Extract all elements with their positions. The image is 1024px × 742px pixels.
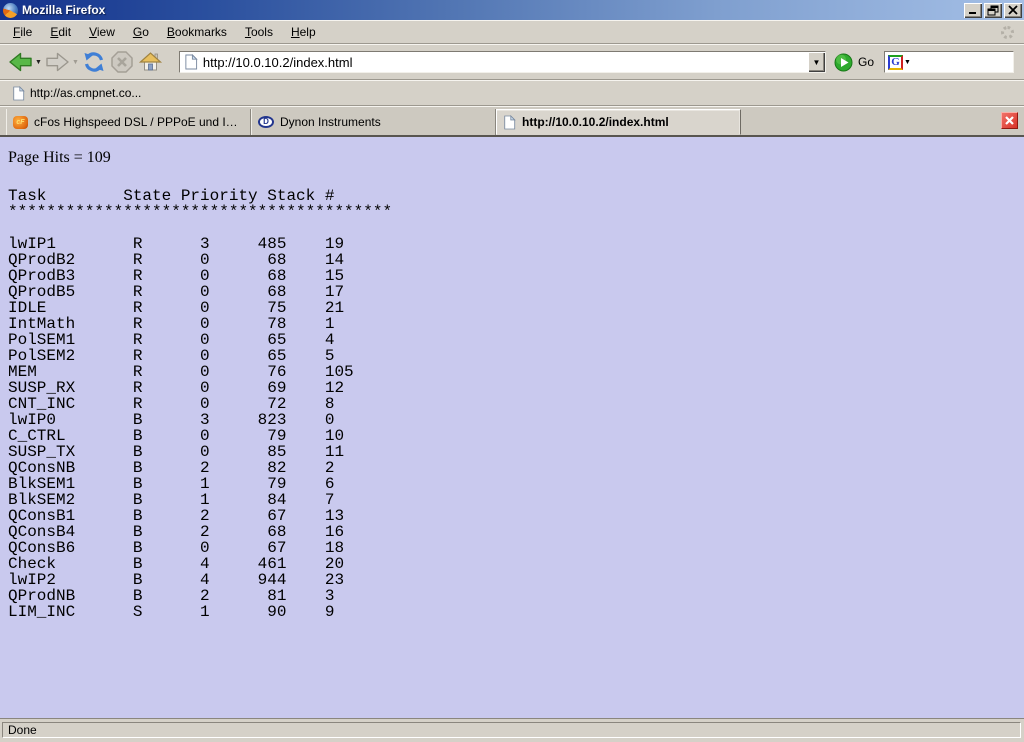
restore-button[interactable] <box>984 3 1002 18</box>
page-hits-text: Page Hits = 109 <box>8 149 1016 167</box>
forward-button[interactable]: ▼ <box>43 48 80 76</box>
close-tab-button[interactable] <box>1001 112 1018 129</box>
url-bar: ▼ <box>179 51 826 73</box>
page-icon <box>503 115 516 130</box>
bookmark-label: http://as.cmpnet.co... <box>30 86 141 100</box>
tab-bar: cF cFos Highspeed DSL / PPPoE und ISDN C… <box>0 106 1024 137</box>
restore-icon <box>987 5 999 16</box>
bookmark-item[interactable]: http://as.cmpnet.co... <box>8 84 145 103</box>
titlebar: Mozilla Firefox <box>0 0 1024 20</box>
forward-dropdown-caret[interactable]: ▼ <box>72 59 79 66</box>
go-icon <box>834 53 853 72</box>
status-panel: Done <box>2 722 1021 738</box>
menu-edit[interactable]: Edit <box>41 22 80 42</box>
search-input[interactable] <box>911 55 1010 69</box>
menu-file[interactable]: File <box>4 22 41 42</box>
menu-go[interactable]: Go <box>124 22 158 42</box>
menu-bookmarks[interactable]: Bookmarks <box>158 22 236 42</box>
bookmarks-toolbar: http://as.cmpnet.co... <box>0 80 1024 106</box>
home-icon <box>137 50 164 74</box>
page-icon <box>184 54 198 70</box>
menu-view[interactable]: View <box>80 22 124 42</box>
dynon-icon: D <box>258 116 274 128</box>
back-arrow-icon <box>7 50 34 74</box>
reload-icon <box>81 50 107 74</box>
tab-dynon[interactable]: D Dynon Instruments <box>251 109 496 135</box>
back-button[interactable]: ▼ <box>6 48 43 76</box>
status-text: Done <box>8 723 37 737</box>
stop-icon <box>109 50 135 74</box>
browser-viewport: Page Hits = 109 Task State Priority Stac… <box>0 137 1024 718</box>
reload-button[interactable] <box>80 48 108 76</box>
window-title: Mozilla Firefox <box>22 3 962 17</box>
search-engine-caret[interactable]: ▼ <box>904 59 911 66</box>
minimize-icon <box>967 5 979 15</box>
cfos-icon: cF <box>13 116 28 129</box>
forward-arrow-icon <box>44 50 71 74</box>
task-table: Task State Priority Stack # ************… <box>8 188 1016 620</box>
menu-help[interactable]: Help <box>282 22 325 42</box>
minimize-button[interactable] <box>964 3 982 18</box>
firefox-logo-icon <box>3 3 18 18</box>
close-tab-x-icon <box>1004 115 1015 126</box>
tab-label: cFos Highspeed DSL / PPPoE und ISDN CAP.… <box>34 115 244 129</box>
tab-cfos[interactable]: cF cFos Highspeed DSL / PPPoE und ISDN C… <box>6 109 251 135</box>
tab-index-html-active[interactable]: http://10.0.10.2/index.html <box>496 109 741 135</box>
close-icon <box>1007 5 1019 15</box>
google-search-icon[interactable]: G <box>888 55 903 70</box>
menu-tools[interactable]: Tools <box>236 22 282 42</box>
home-button[interactable] <box>136 48 165 76</box>
url-dropdown-button[interactable]: ▼ <box>808 52 825 72</box>
stop-button[interactable] <box>108 48 136 76</box>
status-bar: Done <box>0 718 1024 742</box>
tab-label: Dynon Instruments <box>280 115 381 129</box>
url-input[interactable] <box>198 55 808 70</box>
back-dropdown-caret[interactable]: ▼ <box>35 59 42 66</box>
close-button[interactable] <box>1004 3 1022 18</box>
throbber-icon <box>1001 26 1014 39</box>
tab-label: http://10.0.10.2/index.html <box>522 115 669 129</box>
search-box: G ▼ <box>884 51 1014 73</box>
nav-toolbar: ▼ ▼ <box>0 44 1024 80</box>
go-button[interactable]: Go <box>834 53 874 72</box>
go-label: Go <box>858 55 874 69</box>
page-icon <box>12 86 25 101</box>
menubar: File Edit View Go Bookmarks Tools Help <box>0 20 1024 44</box>
